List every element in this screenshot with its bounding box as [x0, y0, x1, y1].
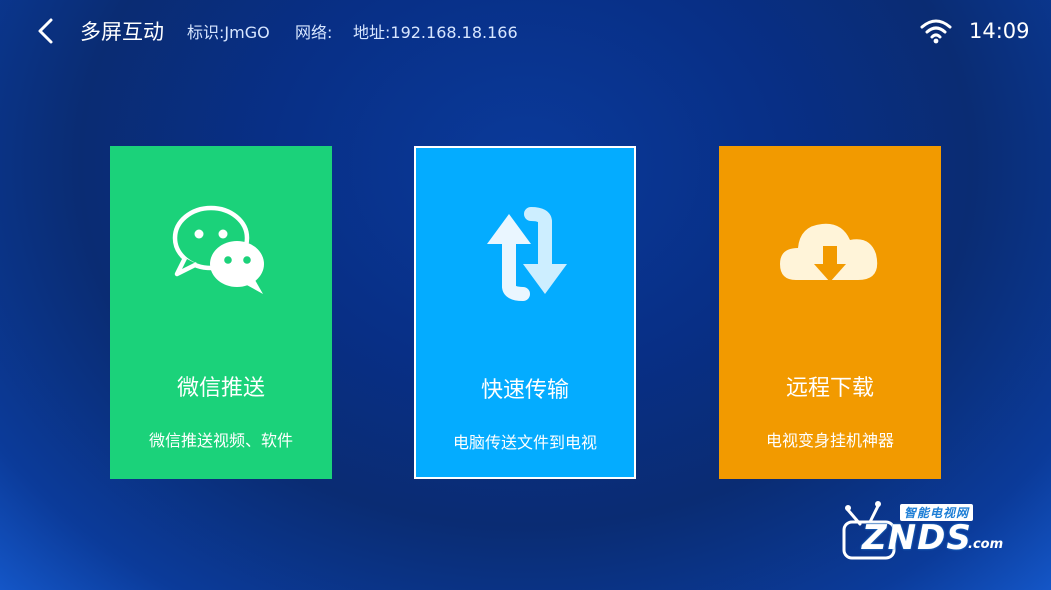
page-title: 多屏互动 — [80, 20, 164, 44]
wechat-icon — [172, 205, 264, 294]
card-title: 微信推送 — [176, 376, 265, 401]
card-title: 快速传输 — [480, 378, 569, 403]
transfer-arrows-icon — [487, 207, 567, 301]
clock: 14:09 — [969, 19, 1030, 43]
card-description: 电脑传送文件到电视 — [452, 433, 597, 452]
remote-download-card[interactable]: 远程下载 电视变身挂机神器 — [719, 146, 941, 479]
back-button[interactable] — [30, 14, 64, 48]
watermark-domain: .com — [968, 537, 1004, 552]
chevron-left-icon — [38, 18, 53, 44]
wechat-push-card[interactable]: 微信推送 微信推送视频、软件 — [110, 146, 332, 479]
cloud-download-icon — [780, 223, 878, 282]
network-label: 网络: — [295, 23, 333, 42]
ip-address: 地址:192.168.18.166 — [353, 23, 518, 42]
znds-watermark: 智能电视网 ZNDS .com — [840, 490, 1015, 562]
status-bar: 多屏互动 标识:JmGO 网络: 地址:192.168.18.166 14:09 — [0, 0, 1051, 64]
device-identity: 标识:JmGO — [187, 23, 270, 42]
wifi-icon — [920, 19, 952, 44]
quick-transfer-card[interactable]: 快速传输 电脑传送文件到电视 — [414, 146, 636, 479]
watermark-brand: ZNDS — [862, 518, 972, 558]
card-description: 微信推送视频、软件 — [148, 431, 293, 450]
card-title: 远程下载 — [785, 376, 874, 401]
card-description: 电视变身挂机神器 — [765, 431, 894, 450]
